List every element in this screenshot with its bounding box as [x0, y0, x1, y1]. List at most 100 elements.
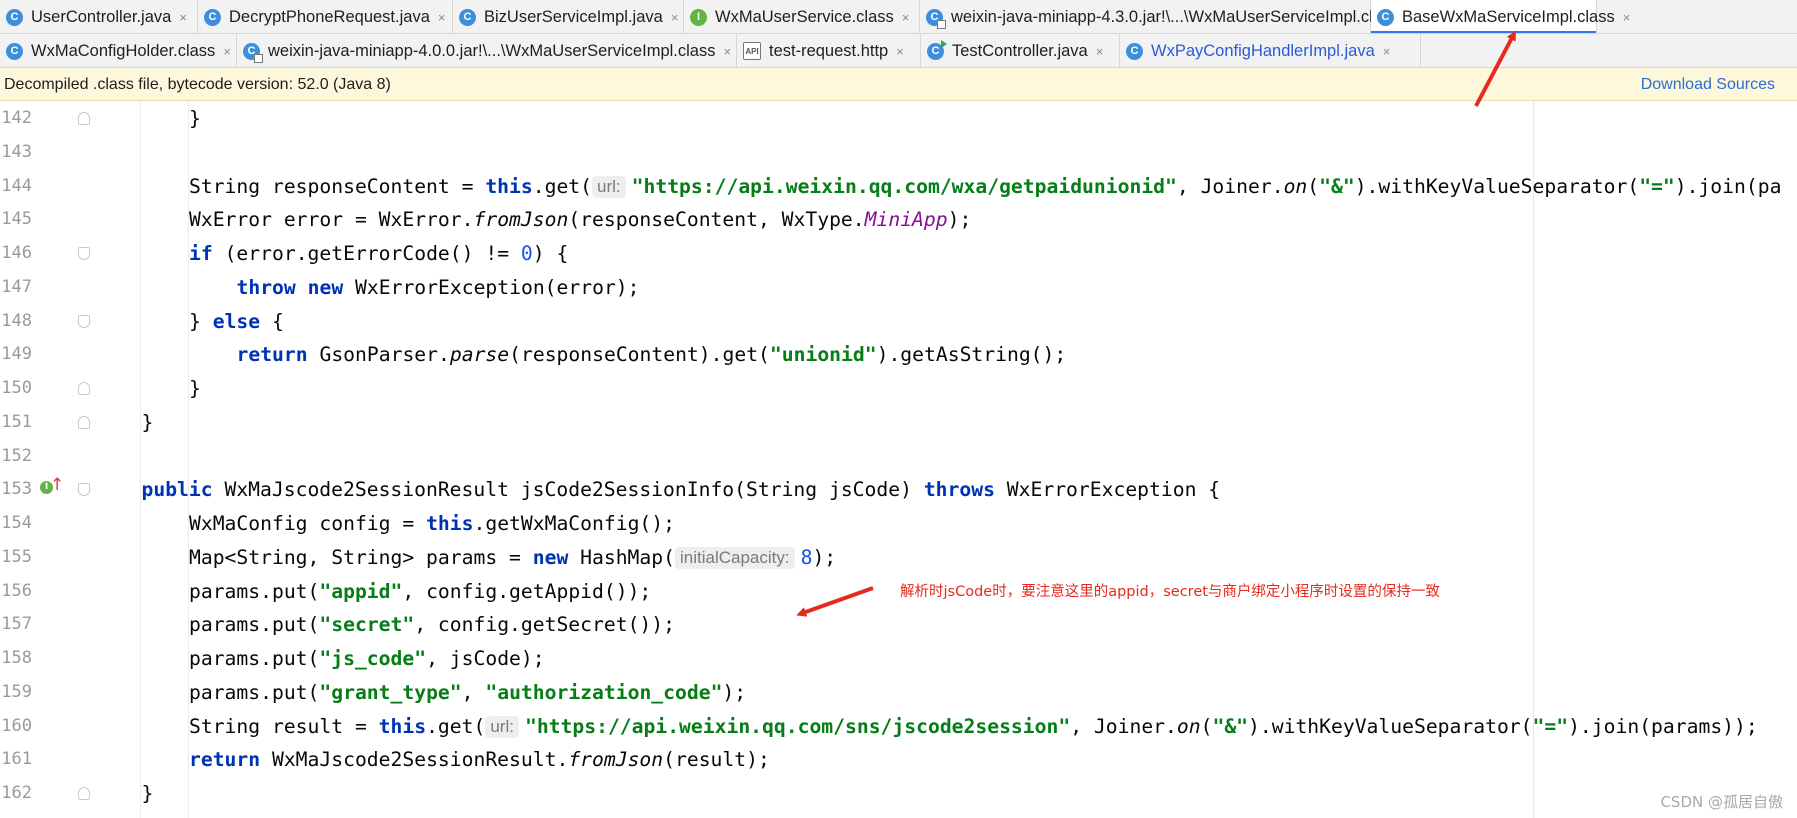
code-line[interactable]: 160 String result = this.get(url: "https:/…	[0, 709, 1797, 743]
code-token: "grant_type"	[319, 680, 462, 704]
editor-tab[interactable]: C DecryptPhoneRequest.java ×	[198, 0, 453, 33]
editor-tab[interactable]: C UserController.java ×	[0, 0, 198, 33]
code-text: params.put("grant_type", "authorization_…	[189, 681, 746, 704]
code-line[interactable]: 142}	[0, 101, 1797, 135]
code-line[interactable]: 157 params.put("secret", config.getSecret…	[0, 607, 1797, 641]
code-token: "="	[1639, 174, 1675, 198]
code-line[interactable]: 161 return WxMaJscode2SessionResult.fromJ…	[0, 742, 1797, 776]
code-token: throws	[923, 478, 995, 502]
code-token: "js_code"	[319, 647, 427, 670]
tab-label: test-request.http	[769, 41, 889, 60]
editor-tab[interactable]: API test-request.http ×	[737, 34, 921, 67]
line-number: 159	[1, 681, 32, 702]
editor-tab[interactable]: Cweixin-java-miniapp-4.0.0.jar!\...\WxMa…	[237, 34, 737, 67]
code-token: (	[1307, 174, 1320, 198]
tab-close-icon[interactable]: ×	[1383, 44, 1391, 59]
code-token: "authorization_code"	[485, 680, 723, 704]
class-icon: C	[1126, 42, 1143, 60]
code-token: "&"	[1319, 174, 1355, 198]
editor-tab[interactable]: C TestController.java ×	[921, 34, 1120, 67]
api-icon: API	[743, 42, 761, 60]
line-number: 152	[1, 445, 32, 466]
code-token: , Joiner.	[1070, 714, 1177, 738]
line-number: 142	[1, 108, 32, 128]
code-line[interactable]: 154 WxMaConfig config = this.getWxMaConfi…	[0, 506, 1797, 540]
code-token: if	[189, 242, 213, 265]
code-token: String result =	[189, 714, 379, 738]
line-number: 160	[1, 715, 32, 736]
code-line[interactable]: 159 params.put("grant_type", "authorizati…	[0, 675, 1797, 709]
tab-label: WxMaConfigHolder.class	[31, 41, 216, 60]
line-number: 161	[1, 749, 32, 770]
code-editor[interactable]: 142} 143 144 String responseContent = this.…	[0, 101, 1797, 818]
code-line[interactable]: 144 String responseContent = this.get(url…	[0, 169, 1797, 203]
code-token: (result);	[663, 748, 770, 772]
tab-close-icon[interactable]: ×	[671, 10, 679, 25]
decompiled-info-bar: Decompiled .class file, bytecode version…	[0, 68, 1797, 101]
code-line[interactable]: 158 params.put("js_code", jsCode);	[0, 641, 1797, 675]
editor-tab[interactable]: Cweixin-java-miniapp-4.3.0.jar!\...\WxMa…	[920, 0, 1414, 33]
code-text: throw new WxErrorException(error);	[237, 276, 640, 299]
code-line[interactable]: 147 throw new WxErrorException(error);	[0, 270, 1797, 304]
tab-close-icon[interactable]: ×	[723, 44, 731, 59]
code-text: if (error.getErrorCode() != 0) {	[189, 242, 568, 265]
code-token: this	[485, 174, 533, 198]
code-line[interactable]: 152	[0, 439, 1797, 473]
code-line[interactable]: 153 I ↑ public WxMaJscode2SessionResult jsC…	[0, 472, 1797, 506]
editor-tab[interactable]: C BizUserServiceImpl.java ×	[453, 0, 684, 33]
editor-tab[interactable]: I WxMaUserService.class ×	[684, 0, 920, 33]
tab-label: weixin-java-miniapp-4.3.0.jar!\...\WxMaU…	[951, 7, 1399, 26]
code-text: String responseContent = this.get(url: "h…	[189, 175, 1781, 198]
fold-marker-icon[interactable]	[78, 247, 90, 260]
code-token: WxError error = WxError.	[189, 208, 474, 232]
tab-close-icon[interactable]: ×	[438, 10, 446, 25]
code-token: this	[378, 714, 427, 738]
code-text: params.put("secret", config.getSecret())…	[189, 613, 675, 636]
code-line[interactable]: 143	[0, 135, 1797, 169]
code-token: );	[722, 680, 747, 704]
code-line[interactable]: 162}	[0, 776, 1797, 810]
fold-marker-icon[interactable]	[78, 787, 90, 800]
tab-label: WxPayConfigHandlerImpl.java	[1151, 41, 1375, 60]
code-token: (	[1200, 714, 1213, 738]
code-token: WxMaJscode2SessionResult.	[260, 748, 569, 772]
code-line[interactable]: 150}	[0, 371, 1797, 405]
fold-marker-icon[interactable]	[78, 483, 90, 497]
tab-close-icon[interactable]: ×	[896, 44, 904, 59]
download-sources-link[interactable]: Download Sources	[1641, 76, 1775, 94]
fold-marker-icon[interactable]	[78, 112, 90, 125]
code-line[interactable]: 148} else {	[0, 304, 1797, 338]
code-token: , Joiner.	[1176, 174, 1284, 198]
code-text: String result = this.get(url: "https://ap…	[189, 715, 1758, 738]
editor-tab[interactable]: C BaseWxMaServiceImpl.class ×	[1371, 0, 1630, 33]
tab-close-icon[interactable]: ×	[179, 10, 187, 25]
class-icon: C	[459, 8, 476, 26]
line-number: 158	[1, 648, 32, 668]
code-line[interactable]: 149 return GsonParser.parse(responseConte…	[0, 337, 1797, 371]
code-token: WxMaJscode2SessionResult jsCode2SessionI…	[212, 478, 924, 502]
code-line[interactable]: 156 params.put("appid", config.getAppid()…	[0, 574, 1797, 608]
code-text: }	[141, 410, 154, 434]
fold-marker-icon[interactable]	[78, 415, 90, 429]
tab-close-icon[interactable]: ×	[1623, 10, 1631, 25]
code-line[interactable]: 155 Map<String, String> params = new Hash…	[0, 540, 1797, 574]
code-token: fromJson	[473, 208, 569, 232]
code-token: );	[947, 208, 972, 232]
line-number: 143	[1, 141, 32, 162]
code-token: WxErrorException {	[994, 478, 1221, 502]
editor-tab[interactable]: C WxMaConfigHolder.class ×	[0, 34, 237, 67]
code-line[interactable]: 151}	[0, 405, 1797, 439]
code-token: "unionid"	[769, 343, 877, 367]
code-line[interactable]: 146 if (error.getErrorCode() != 0) {	[0, 236, 1797, 270]
annotation-note: 解析时jsCode时，要注意这里的appid，secret与商户绑定小程序时设置…	[900, 584, 1440, 600]
line-number: 155	[1, 546, 32, 567]
code-line[interactable]: 145 WxError error = WxError.fromJson(resp…	[0, 202, 1797, 236]
code-token: {	[260, 309, 284, 333]
tab-close-icon[interactable]: ×	[1096, 44, 1104, 59]
fold-marker-icon[interactable]	[78, 314, 90, 328]
tab-close-icon[interactable]: ×	[223, 44, 231, 59]
override-up-arrow-icon[interactable]: ↑	[50, 475, 64, 495]
fold-marker-icon[interactable]	[78, 382, 90, 395]
tab-close-icon[interactable]: ×	[902, 10, 910, 25]
editor-tab[interactable]: C WxPayConfigHandlerImpl.java ×	[1120, 34, 1421, 67]
